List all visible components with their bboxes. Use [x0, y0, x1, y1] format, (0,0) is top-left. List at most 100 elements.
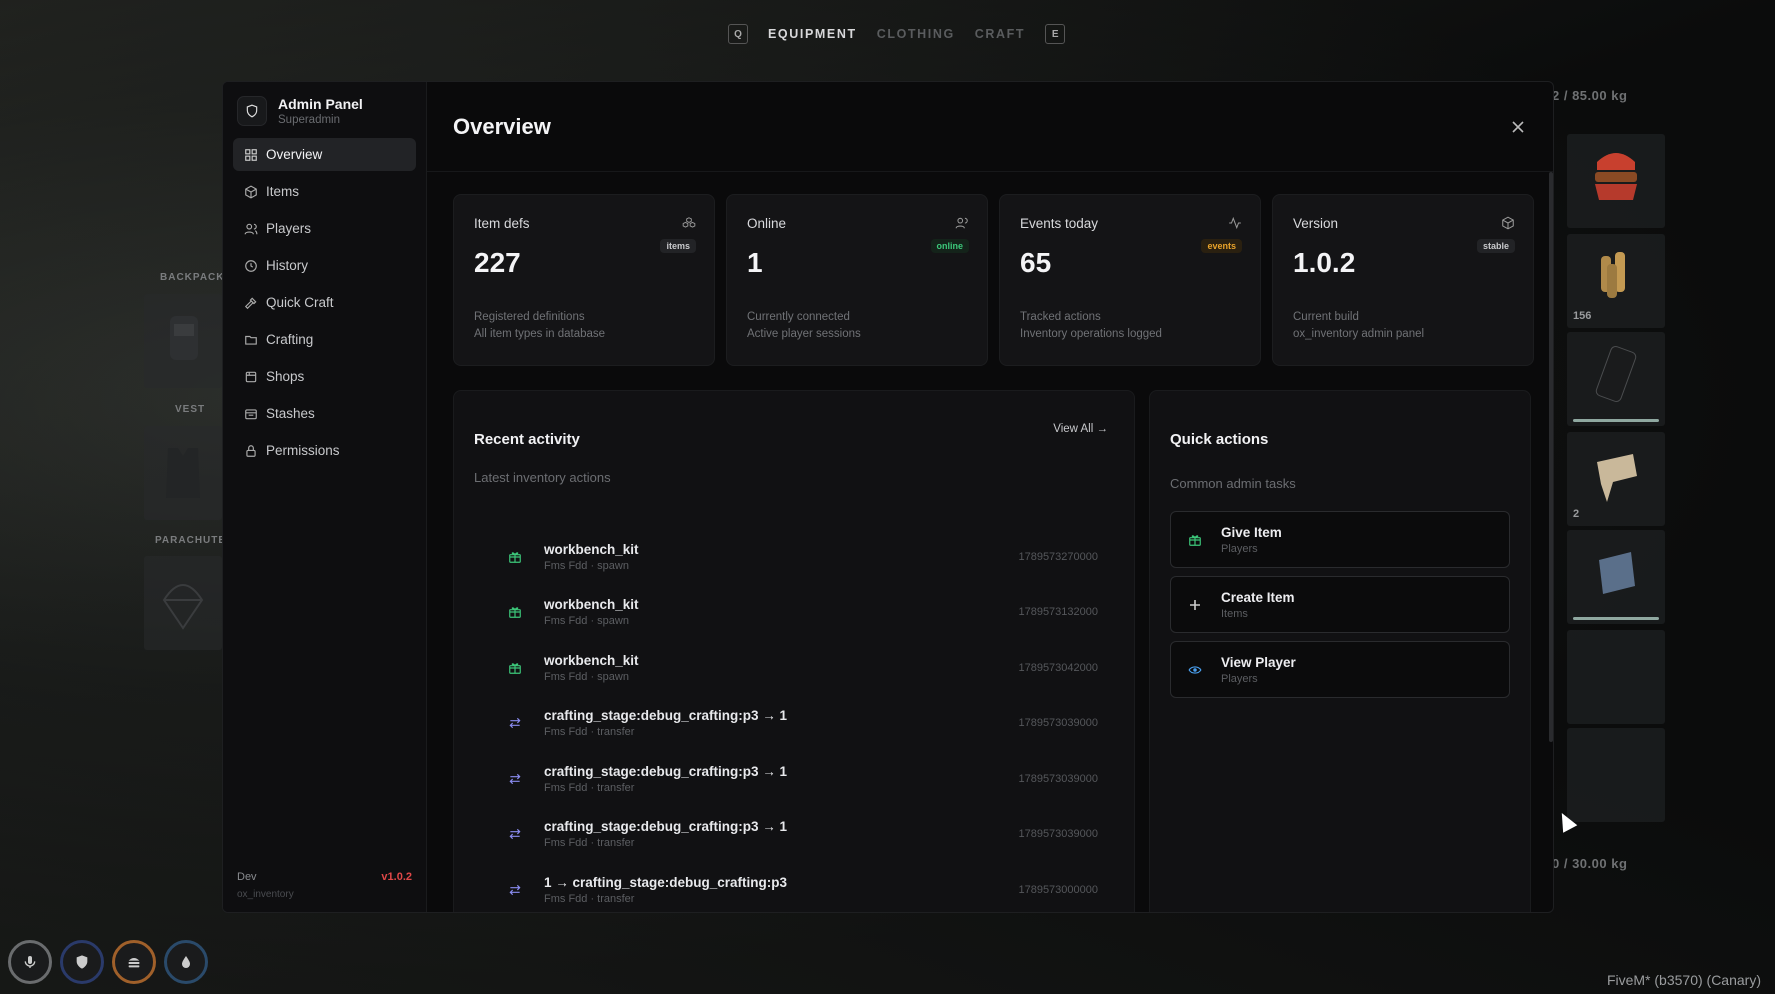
activity-name: crafting_stage:debug_crafting:p3 → 1 [544, 708, 788, 724]
sidebar-item-players[interactable]: Players [233, 212, 416, 245]
grid-icon [245, 148, 257, 161]
tab-craft[interactable]: CRAFT [975, 27, 1025, 41]
tab-clothing[interactable]: CLOTHING [877, 27, 955, 41]
activity-timestamp: 1789573039000 [1018, 772, 1098, 785]
section-subtitle: Latest inventory actions [474, 470, 611, 485]
sidebar-item-crafting[interactable]: Crafting [233, 323, 416, 356]
stash-icon [245, 408, 257, 419]
sidebar-item-quick-craft[interactable]: Quick Craft [233, 286, 416, 319]
close-button[interactable] [1509, 118, 1527, 136]
stat-desc-line: ox_inventory admin panel [1293, 328, 1425, 340]
action-title: View Player [1221, 654, 1296, 670]
environment-label: Dev [237, 871, 257, 883]
main-header: Overview [427, 82, 1553, 172]
cubes-icon [682, 217, 696, 228]
activity-name: workbench_kit [544, 597, 639, 613]
key-hint-q: Q [728, 24, 748, 44]
tab-equipment[interactable]: EQUIPMENT [768, 27, 857, 41]
list-item[interactable]: crafting_stage:debug_crafting:p3 → 1 Fms … [474, 751, 1114, 807]
sidebar-item-history[interactable]: History [233, 249, 416, 282]
inventory-slot-5[interactable] [1567, 530, 1665, 624]
version-label: v1.0.2 [381, 871, 412, 883]
inventory-top-tabs: Q EQUIPMENT CLOTHING CRAFT E [728, 24, 1066, 44]
inventory-weight-top: 2 / 85.00 kg [1552, 88, 1628, 103]
stat-desc-line: All item types in database [474, 328, 606, 340]
shield-icon [237, 96, 267, 126]
stats-row: Item defs items 227 Registered definitio… [453, 194, 1534, 366]
activity-meta: Fms Fdd · spawn [544, 670, 629, 683]
list-item[interactable]: workbench_kit Fms Fdd · spawn 17895731320… [474, 585, 1114, 641]
section-title: Recent activity [474, 431, 580, 448]
activity-timestamp: 1789573132000 [1018, 606, 1098, 619]
activity-timestamp: 1789573039000 [1018, 717, 1098, 730]
sidebar-item-label: Quick Craft [266, 295, 334, 310]
inventory-slot-6[interactable] [1567, 630, 1665, 724]
activity-name: crafting_stage:debug_crafting:p3 → 1 [544, 763, 788, 779]
list-item[interactable]: 1 → crafting_stage:debug_crafting:p3 Fms … [474, 862, 1114, 912]
sidebar-item-label: Players [266, 221, 312, 236]
sidebar-item-overview[interactable]: Overview [233, 138, 416, 171]
burger-icon [1595, 153, 1637, 200]
activity-meta: Fms Fdd · spawn [544, 615, 629, 628]
activity-name: workbench_kit [544, 652, 639, 668]
gift-icon [506, 548, 524, 566]
section-subtitle: Common admin tasks [1170, 476, 1296, 491]
stat-desc-line: Currently connected [747, 311, 850, 323]
stat-card-version: Version stable 1.0.2 Current build ox_in… [1272, 194, 1534, 366]
activity-icon [1229, 216, 1241, 230]
action-title: Give Item [1221, 524, 1282, 540]
quick-actions-list: Give Item Players Create Item Items View P… [1170, 511, 1510, 698]
list-item[interactable]: crafting_stage:debug_crafting:p3 → 1 Fms … [474, 807, 1114, 863]
inventory-slot-3[interactable] [1567, 332, 1665, 426]
scrollbar[interactable] [1549, 172, 1553, 742]
fivem-build-label: FiveM* (b3570) (Canary) [1606, 972, 1761, 988]
sidebar-item-label: Overview [266, 147, 323, 162]
lock-icon [246, 444, 256, 457]
item-count: 156 [1573, 310, 1592, 322]
inventory-slot-7[interactable] [1567, 728, 1665, 822]
give-item-button[interactable]: Give Item Players [1170, 511, 1510, 568]
sidebar-item-shops[interactable]: Shops [233, 360, 416, 393]
activity-name: workbench_kit [544, 541, 639, 557]
brand: Admin Panel Superadmin [233, 96, 416, 126]
sidebar-item-label: Stashes [266, 406, 315, 421]
view-all-link[interactable]: View All → [1053, 423, 1108, 435]
inventory-slot-1[interactable] [1567, 134, 1665, 228]
sidebar-item-items[interactable]: Items [233, 175, 416, 208]
stat-desc-line: Inventory operations logged [1020, 328, 1162, 340]
panel-title: Admin Panel [278, 96, 363, 112]
box-icon [245, 184, 257, 199]
inventory-weight-bottom: 0 / 30.00 kg [1552, 856, 1628, 871]
create-item-button[interactable]: Create Item Items [1170, 576, 1510, 633]
sidebar-item-stashes[interactable]: Stashes [233, 397, 416, 430]
view-player-button[interactable]: View Player Players [1170, 641, 1510, 698]
vest-slot[interactable] [144, 426, 222, 520]
bandage-icon [1597, 454, 1637, 502]
list-item[interactable]: workbench_kit Fms Fdd · spawn 17895732700… [474, 529, 1114, 585]
stat-description: Registered definitions All item types in… [474, 309, 605, 343]
list-item[interactable]: workbench_kit Fms Fdd · spawn 17895730420… [474, 640, 1114, 696]
list-item[interactable]: crafting_stage:debug_crafting:p3 → 1 Fms … [474, 696, 1114, 752]
inventory-slot-4[interactable]: 2 [1567, 432, 1665, 526]
parachute-icon [162, 584, 204, 630]
action-subtitle: Items [1221, 607, 1248, 620]
main-content: Overview Item defs items 227 Registered … [427, 82, 1553, 912]
activity-meta: Fms Fdd · transfer [544, 726, 635, 739]
activity-meta: Fms Fdd · transfer [544, 837, 635, 850]
backpack-slot[interactable] [144, 294, 222, 388]
sidebar: Admin Panel Superadmin Overview Items Pl… [223, 82, 427, 912]
sidebar-item-label: Items [266, 184, 300, 199]
activity-timestamp: 1789573039000 [1018, 828, 1098, 841]
status-badge: stable [1476, 239, 1515, 253]
sidebar-item-permissions[interactable]: Permissions [233, 434, 416, 467]
quick-actions-card: Quick actions Common admin tasks Give It… [1149, 390, 1531, 912]
stat-desc-line: Registered definitions [474, 311, 585, 323]
transfer-icon [506, 825, 524, 843]
key-hint-e: E [1045, 24, 1066, 44]
inventory-slot-2[interactable]: 156 [1567, 234, 1665, 328]
clock-icon [245, 259, 257, 272]
parachute-slot[interactable] [144, 556, 222, 650]
activity-meta: Fms Fdd · transfer [544, 781, 635, 794]
stat-description: Current build ox_inventory admin panel [1293, 309, 1424, 343]
vest-icon [166, 448, 200, 498]
